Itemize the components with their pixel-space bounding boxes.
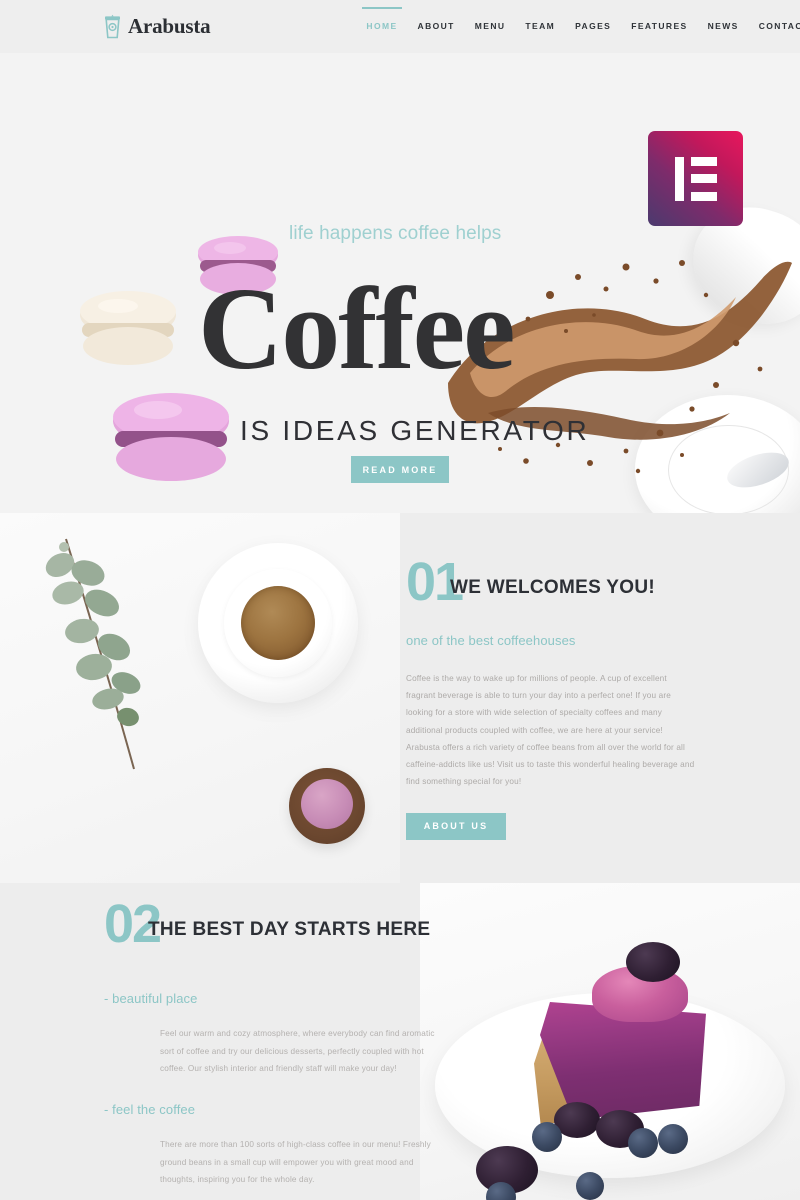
nav-item-pages[interactable]: PAGES [565, 0, 621, 53]
section-one-paragraph: Coffee is the way to wake up for million… [406, 674, 695, 787]
elementor-logo[interactable] [648, 131, 743, 226]
about-us-button[interactable]: ABOUT US [406, 812, 506, 840]
feature-item-2: - feel the coffee There are more than 10… [104, 1102, 454, 1189]
nav-item-features[interactable]: FEATURES [621, 0, 697, 53]
hero-title: Coffee [198, 263, 516, 394]
best-day-section: 02 THE BEST DAY STARTS HERE - beautiful … [0, 883, 800, 1200]
blueberry-2 [628, 1128, 658, 1158]
eucalyptus-sprig [38, 531, 168, 781]
nav-item-contact[interactable]: CONTACT [749, 0, 800, 53]
section-one-subtitle: one of the best coffeehouses [406, 633, 576, 648]
feature-item-1: - beautiful place Feel our warm and cozy… [104, 991, 454, 1078]
section-one-title: WE WELCOMES YOU! [450, 577, 656, 598]
coffee-flatlay-image [0, 513, 400, 883]
macaron-cream [78, 291, 178, 369]
section-two-heading: 02 THE BEST DAY STARTS HERE [104, 897, 454, 953]
feature-title-beautiful-place: - beautiful place [104, 991, 198, 1006]
nav-item-news[interactable]: NEWS [698, 0, 749, 53]
blueberry-3 [658, 1124, 688, 1154]
site-header: Arabusta HOME ABOUT MENU TEAM PAGES FEAT… [0, 0, 800, 53]
site-logo[interactable]: Arabusta [104, 14, 211, 39]
landing-page: Arabusta HOME ABOUT MENU TEAM PAGES FEAT… [0, 0, 800, 1200]
welcome-copy: 01 WE WELCOMES YOU! one of the best coff… [406, 513, 696, 840]
cheesecake-image [420, 883, 800, 1200]
logo-text: Arabusta [128, 14, 211, 38]
nav-item-menu[interactable]: MENU [465, 0, 516, 53]
nav-item-home[interactable]: HOME [356, 0, 407, 53]
feature-text-feel-the-coffee: There are more than 100 sorts of high-cl… [160, 1139, 431, 1185]
section-one-heading: 01 WE WELCOMES YOU! [406, 555, 696, 611]
hero-section: life happens coffee helps Coffee IS IDEA… [0, 53, 800, 513]
hero-tagline: life happens coffee helps [289, 223, 502, 244]
blackberry-top [626, 942, 680, 982]
read-more-button[interactable]: READ MORE [351, 456, 449, 483]
macaron-pink-bottom [110, 393, 232, 485]
coffee-cup-icon [104, 14, 121, 39]
blueberry-4 [576, 1172, 604, 1200]
best-day-copy: 02 THE BEST DAY STARTS HERE - beautiful … [104, 897, 454, 1200]
elementor-e-icon [674, 156, 717, 201]
main-navigation: HOME ABOUT MENU TEAM PAGES FEATURES NEWS… [356, 0, 800, 53]
macaron-in-liner [289, 768, 365, 844]
feature-text-beautiful-place: Feel our warm and cozy atmosphere, where… [160, 1029, 435, 1074]
nav-item-about[interactable]: ABOUT [408, 0, 465, 53]
nav-item-team[interactable]: TEAM [515, 0, 565, 53]
section-two-title: THE BEST DAY STARTS HERE [148, 919, 431, 940]
hero-subtitle: IS IDEAS GENERATOR [240, 415, 590, 446]
espresso-cup-top-view [198, 543, 358, 703]
blueberry-1 [532, 1122, 562, 1152]
welcome-section: 01 WE WELCOMES YOU! one of the best coff… [0, 513, 800, 883]
feature-title-feel-the-coffee: - feel the coffee [104, 1101, 196, 1117]
